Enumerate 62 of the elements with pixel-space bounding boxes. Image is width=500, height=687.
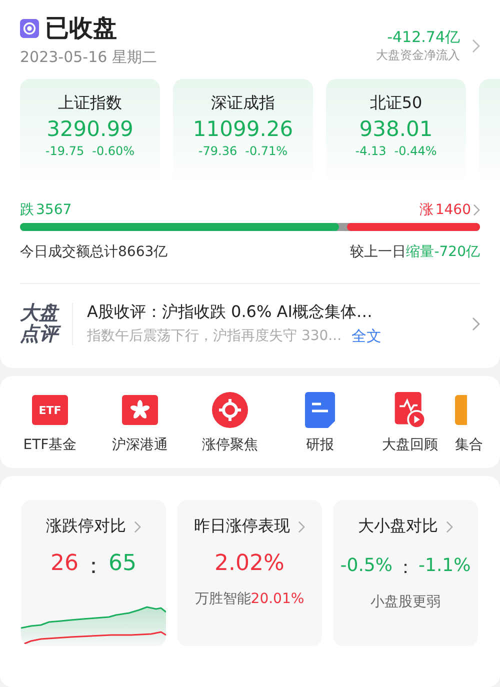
market-closed-icon <box>20 18 39 38</box>
large-cap-change: -0.5% <box>340 555 392 578</box>
index-name: 北证50 <box>368 93 424 114</box>
turnover-compare-label: 较上一日 <box>350 244 406 260</box>
rising-count: 1460 <box>435 202 471 218</box>
review-summary: 指数午后震荡下行，沪指再度失守 330... <box>87 327 342 346</box>
chevron-right-icon[interactable] <box>134 520 141 532</box>
index-value: 11099.26 <box>192 117 294 141</box>
full-text-link[interactable]: 全文 <box>352 327 382 346</box>
limit-up-count: 26 <box>50 551 78 578</box>
index-percent: -0.44% <box>394 144 437 158</box>
ratio-separator: ： <box>82 553 104 581</box>
index-name: 上证指数 <box>57 93 123 114</box>
comparison-title: 大小盘对比 <box>358 516 438 537</box>
review-logo: 大盘 点评 <box>20 303 73 345</box>
index-change: -79.36 <box>198 144 238 158</box>
stock-change: 20.01% <box>250 591 304 607</box>
shortcut-label[interactable]: 研报 <box>306 436 334 454</box>
comparison-card[interactable]: 大小盘对比 -0.5% ： -1.1% 小盘股更弱 <box>333 500 478 646</box>
index-value: 3290.99 <box>46 117 134 141</box>
document-icon[interactable] <box>305 392 335 428</box>
limit-down-count: 65 <box>108 551 136 578</box>
small-cap-change: -1.1% <box>418 555 471 578</box>
shortcut-label[interactable]: 沪深港通 <box>112 436 168 454</box>
etf-icon[interactable]: ETF <box>32 395 68 425</box>
review-title: A股收评：沪指收跌 0.6% AI概念集体… <box>87 302 374 323</box>
chevron-right-icon[interactable] <box>472 38 480 52</box>
falling-count: 3567 <box>36 202 72 218</box>
comparison-note: 小盘股更弱 <box>370 594 440 610</box>
index-percent: -0.71% <box>245 144 288 158</box>
target-icon[interactable] <box>212 392 248 428</box>
chevron-right-icon[interactable] <box>473 204 480 216</box>
comparison-card[interactable]: 涨跌停对比 26 ： 65 <box>21 500 166 646</box>
comparison-title: 昨日涨停表现 <box>194 516 290 537</box>
index-change: -19.75 <box>45 144 84 158</box>
turnover-total: 今日成交额总计8663亿 <box>20 243 168 261</box>
stock-name: 万胜智能 <box>194 591 251 607</box>
index-change: -4.13 <box>355 144 386 158</box>
comparison-title: 涨跌停对比 <box>46 516 126 537</box>
index-value: 938.01 <box>358 117 434 141</box>
shortcut-label[interactable]: ETF基金 <box>23 436 77 454</box>
ratio-separator: ： <box>396 556 414 579</box>
net-flow-label: 大盘资金净流入 <box>376 46 460 64</box>
index-name: 深证成指 <box>210 93 276 114</box>
limit-up-performance: 2.02% <box>214 551 284 576</box>
net-flow-value: -412.74亿 <box>386 28 460 46</box>
shortcut-label[interactable]: 大盘回顾 <box>382 436 438 454</box>
chevron-right-icon[interactable] <box>472 317 480 331</box>
trade-date: 2023-05-16 星期二 <box>20 48 157 67</box>
market-review-item[interactable]: 大盘 点评 A股收评：沪指收跌 0.6% AI概念集体… 指数午后震荡下行，沪指再度失守 330... 全文 <box>20 302 480 360</box>
shortcut-label[interactable]: 集合 <box>455 436 483 454</box>
index-percent: -0.60% <box>92 144 135 158</box>
falling-label: 跌 <box>20 201 34 219</box>
comparison-card[interactable]: 昨日涨停表现 2.02% 万胜智能20.01% <box>177 500 322 646</box>
market-status: 已收盘 <box>45 13 117 44</box>
rising-label: 涨 <box>419 201 434 219</box>
flower-flag-icon[interactable] <box>122 392 158 428</box>
turnover-compare-value: 缩量-720亿 <box>406 244 480 260</box>
chevron-right-icon[interactable] <box>298 520 305 532</box>
video-chart-icon[interactable] <box>394 392 426 428</box>
chevron-right-icon[interactable] <box>446 520 453 532</box>
shortcut-label[interactable]: 涨停聚焦 <box>202 436 258 454</box>
